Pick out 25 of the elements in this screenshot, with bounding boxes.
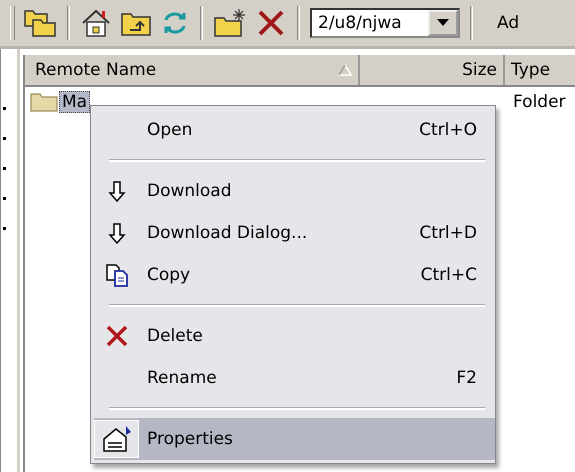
- down-arrow-icon: [108, 222, 126, 244]
- menu-item[interactable]: Copy Ctrl+C: [94, 254, 495, 296]
- file-name[interactable]: Ma: [59, 91, 90, 113]
- delete-icon: [106, 325, 128, 347]
- copy-icon: [106, 264, 128, 286]
- menu-item[interactable]: Rename F2: [94, 357, 495, 399]
- dropdown-arrow-icon[interactable]: [437, 19, 449, 27]
- file-type: Folder: [513, 92, 567, 112]
- menu-item[interactable]: Delete: [94, 315, 495, 357]
- column-header[interactable]: Remote Name: [25, 55, 360, 85]
- menu-item[interactable]: Properties: [94, 418, 495, 460]
- menu-item[interactable]: Open Ctrl+O: [94, 109, 495, 151]
- column-header[interactable]: Size: [360, 55, 505, 85]
- add-button[interactable]: Ad: [483, 13, 520, 33]
- column-header[interactable]: Type: [505, 55, 575, 85]
- properties-icon: [102, 425, 132, 453]
- new-folder-icon[interactable]: [213, 8, 247, 38]
- path-field[interactable]: 2/u8/njwa: [310, 8, 460, 38]
- folders-icon[interactable]: [23, 8, 57, 38]
- sort-arrow-icon: [338, 64, 352, 76]
- menu-item[interactable]: Download: [94, 170, 495, 212]
- menu-item[interactable]: Download Dialog... Ctrl+D: [94, 212, 495, 254]
- folder-icon: [29, 91, 59, 113]
- down-arrow-icon: [108, 180, 126, 202]
- home-icon[interactable]: [80, 8, 112, 38]
